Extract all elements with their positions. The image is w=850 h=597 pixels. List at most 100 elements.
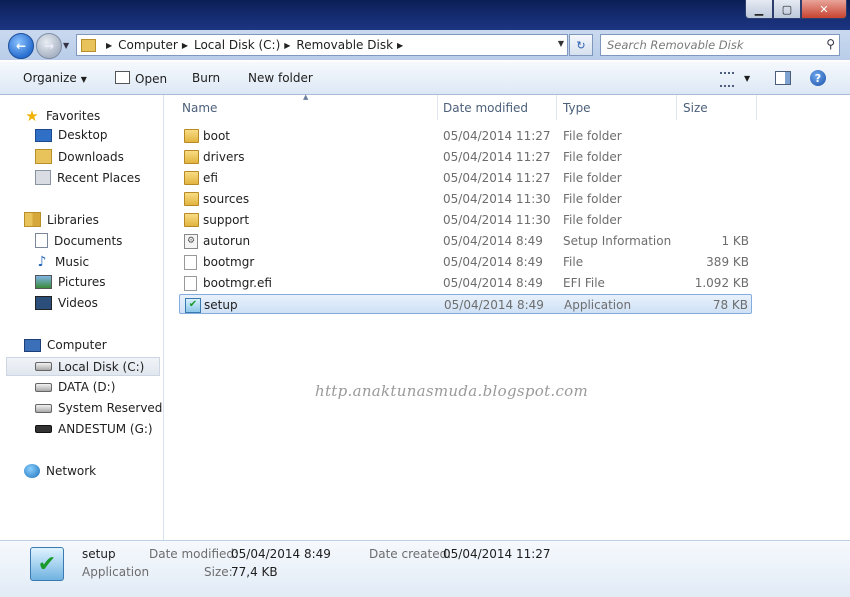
sidebar-item-label: Downloads [58, 149, 124, 164]
table-row-selected[interactable]: ✔ setup 05/04/2014 8:49 Application 78 K… [179, 294, 752, 314]
folder-icon [184, 213, 199, 227]
file-size: 1 KB [721, 234, 749, 248]
organize-button[interactable]: Organize ▼ [23, 71, 87, 85]
sidebar-favorites[interactable]: ★ Favorites [24, 107, 100, 125]
column-header-name[interactable]: Name [176, 95, 438, 120]
file-type: File folder [563, 213, 622, 227]
search-placeholder: Search Removable Disk [607, 38, 744, 52]
sidebar-item-desktop[interactable]: Desktop [35, 128, 108, 142]
open-button[interactable]: Open [115, 71, 167, 86]
column-header-type[interactable]: Type [557, 95, 677, 120]
column-header-date-modified[interactable]: Date modified [437, 95, 557, 120]
file-date: 05/04/2014 11:27 [443, 150, 551, 164]
minimize-button[interactable]: ▁ [745, 0, 773, 19]
breadcrumb-local-disk[interactable]: Local Disk (C:) [194, 38, 280, 52]
file-date: 05/04/2014 11:27 [443, 129, 551, 143]
file-size: 78 KB [712, 298, 748, 312]
sidebar-item-label: ANDESTUM (G:) [58, 422, 153, 436]
breadcrumb-computer[interactable]: Computer [118, 38, 178, 52]
file-date: 05/04/2014 11:30 [443, 192, 551, 206]
address-dropdown-icon[interactable]: ▼ [558, 39, 564, 48]
file-date: 05/04/2014 11:30 [443, 213, 551, 227]
file-type: File folder [563, 192, 622, 206]
table-row[interactable]: bootmgr 05/04/2014 8:49 File 389 KB [179, 252, 752, 272]
sidebar-libraries[interactable]: Libraries [24, 212, 99, 227]
file-name: drivers [203, 150, 245, 164]
details-date-modified-label: Date modified: [149, 547, 239, 561]
file-type: Application [564, 298, 632, 312]
details-file-type: Application [82, 565, 150, 579]
hard-drive-icon [35, 362, 52, 371]
sidebar-item-downloads[interactable]: Downloads [35, 149, 124, 164]
table-row[interactable]: support 05/04/2014 11:30 File folder [179, 210, 752, 230]
sidebar-item-data-drive[interactable]: DATA (D:) [35, 380, 115, 394]
sidebar-computer[interactable]: Computer [24, 338, 107, 352]
hard-drive-icon [35, 382, 52, 392]
recent-pages-dropdown[interactable]: ▼ [63, 41, 69, 50]
sidebar-item-label: Desktop [58, 128, 108, 142]
breadcrumb-arrow-icon[interactable]: ▶ [182, 41, 188, 50]
breadcrumb-arrow-icon[interactable]: ▶ [284, 41, 290, 50]
table-row[interactable]: ⚙ autorun 05/04/2014 8:49 Setup Informat… [179, 231, 752, 251]
search-icon[interactable]: ⚲ [826, 37, 835, 51]
details-size-label: Size: [204, 565, 233, 579]
details-date-created-label: Date created: [369, 547, 452, 561]
back-button[interactable]: ← [8, 33, 34, 59]
command-bar: Organize ▼ Open Burn New folder ▼ ? [0, 62, 850, 95]
folder-icon [184, 129, 199, 143]
folder-icon [184, 192, 199, 206]
recent-places-icon [35, 170, 51, 185]
file-type: File [563, 255, 584, 269]
back-arrow-icon: ← [15, 39, 27, 53]
open-label: Open [135, 72, 168, 86]
table-row[interactable]: drivers 05/04/2014 11:27 File folder [179, 147, 752, 167]
breadcrumb-arrow-icon[interactable]: ▶ [397, 41, 403, 50]
burn-button[interactable]: Burn [192, 71, 220, 85]
column-header-size[interactable]: Size [677, 95, 757, 120]
file-type: File folder [563, 171, 622, 185]
file-list: ▲ Name Date modified Type Size boot 05/0… [164, 93, 850, 540]
setup-icon: ✔ [30, 547, 64, 581]
preview-pane-icon[interactable] [775, 71, 791, 85]
watermark-text: http.anaktunasmuda.blogspot.com [315, 382, 589, 400]
file-date: 05/04/2014 8:49 [444, 298, 544, 312]
breadcrumb-removable-disk[interactable]: Removable Disk [296, 38, 393, 52]
sidebar-item-videos[interactable]: Videos [35, 296, 98, 310]
forward-button[interactable]: → [36, 33, 62, 59]
file-name: bootmgr.efi [203, 276, 272, 290]
sidebar-item-music[interactable]: ♪ Music [35, 254, 90, 270]
breadcrumb-arrow-icon[interactable]: ▶ [106, 41, 112, 50]
change-view-icon[interactable] [720, 72, 734, 87]
sidebar-item-pictures[interactable]: Pictures [35, 275, 106, 289]
refresh-button[interactable]: ↻ [569, 34, 593, 56]
removable-drive-icon [35, 425, 52, 433]
maximize-button[interactable]: ▢ [773, 0, 801, 19]
sidebar-item-system-reserved[interactable]: System Reserved (F:) [35, 401, 163, 415]
sidebar-item-documents[interactable]: Documents [35, 233, 122, 248]
address-bar[interactable]: ▶ Computer ▶ Local Disk (C:) ▶ Removable… [76, 34, 568, 56]
sidebar-item-label: Music [55, 255, 90, 269]
help-icon[interactable]: ? [810, 70, 826, 86]
table-row[interactable]: boot 05/04/2014 11:27 File folder [179, 126, 752, 146]
file-size: 389 KB [706, 255, 749, 269]
search-input[interactable]: Search Removable Disk ⚲ [600, 34, 840, 56]
sidebar-item-recent-places[interactable]: Recent Places [35, 170, 140, 185]
table-row[interactable]: bootmgr.efi 05/04/2014 8:49 EFI File 1.0… [179, 273, 752, 293]
open-icon [115, 71, 130, 84]
details-size: 77,4 KB [231, 565, 278, 579]
forward-arrow-icon: → [43, 39, 55, 53]
table-row[interactable]: efi 05/04/2014 11:27 File folder [179, 168, 752, 188]
close-button[interactable]: ✕ [801, 0, 847, 19]
sidebar-item-label: Computer [47, 338, 107, 352]
file-icon [184, 255, 197, 270]
new-folder-button[interactable]: New folder [248, 71, 313, 85]
title-bar: ▁ ▢ ✕ [0, 0, 850, 30]
sidebar-network[interactable]: Network [24, 464, 96, 478]
details-file-name: setup [82, 547, 116, 561]
sidebar-item-andestum[interactable]: ANDESTUM (G:) [35, 422, 153, 436]
computer-icon [24, 338, 41, 352]
view-options-dropdown-icon[interactable]: ▼ [744, 74, 750, 83]
sidebar-item-local-disk[interactable]: Local Disk (C:) [6, 357, 160, 376]
pictures-icon [35, 275, 52, 289]
table-row[interactable]: sources 05/04/2014 11:30 File folder [179, 189, 752, 209]
